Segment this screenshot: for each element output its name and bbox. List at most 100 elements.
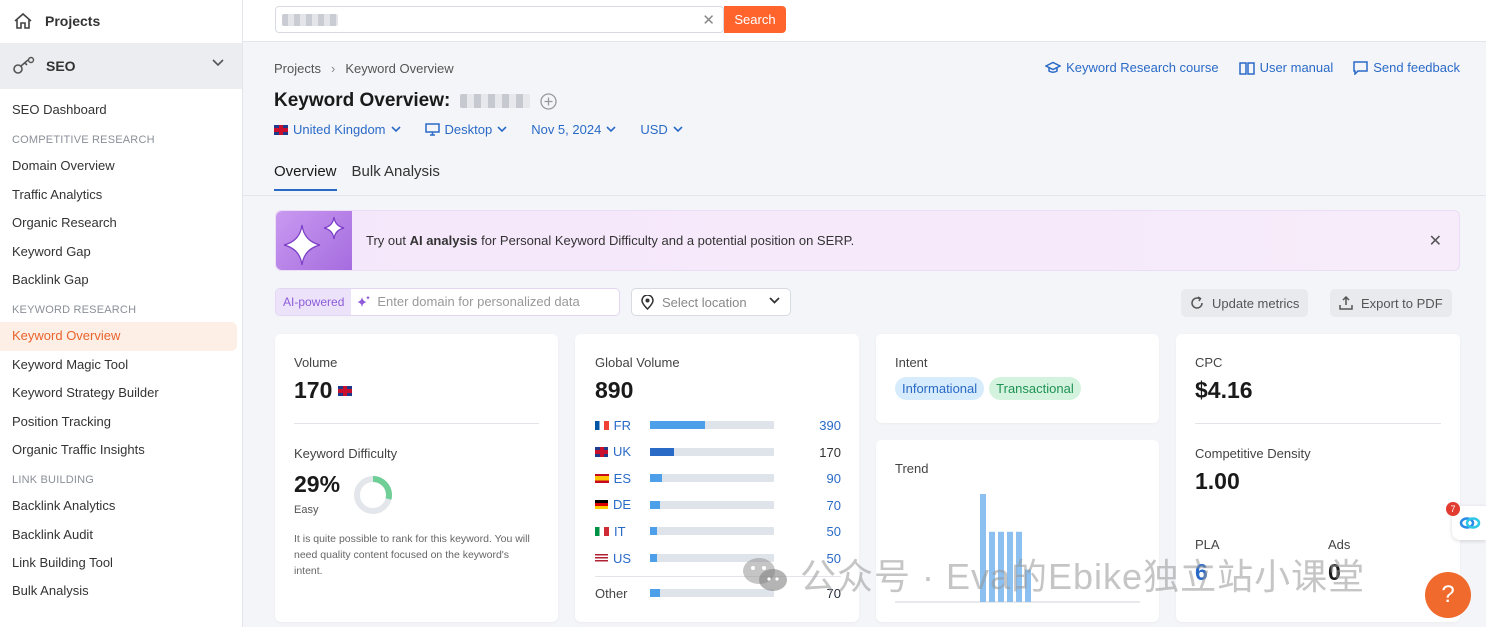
sidebar-item-backlink-analytics[interactable]: Backlink Analytics (0, 492, 242, 520)
uk-flag-icon (274, 124, 288, 135)
gv-country[interactable]: FR (595, 418, 631, 433)
gv-country-code: ES (613, 470, 631, 486)
add-keyword-icon[interactable] (540, 92, 557, 110)
intent-label: Intent (895, 355, 928, 370)
global-volume-label: Global Volume (595, 355, 680, 370)
send-feedback-link[interactable]: Send feedback (1353, 60, 1460, 75)
tab-bulk-analysis[interactable]: Bulk Analysis (352, 163, 440, 191)
intent-chip-transactional[interactable]: Transactional (989, 377, 1081, 400)
export-pdf-button[interactable]: Export to PDF (1330, 289, 1452, 317)
sidebar-item-organic-research[interactable]: Organic Research (0, 209, 242, 237)
gv-bar-fill (650, 447, 674, 456)
tab-overview[interactable]: Overview (274, 163, 337, 191)
gv-country-code: US (612, 550, 631, 566)
gv-bar (650, 527, 774, 536)
chevron-down-icon (390, 126, 401, 133)
sparkle-icon (357, 295, 371, 307)
us-flag-icon (595, 553, 608, 563)
filters: United Kingdom Desktop Nov 5, 2024 USD (274, 122, 683, 137)
it-flag-icon (595, 526, 609, 536)
sidebar-item-position-tracking[interactable]: Position Tracking (0, 408, 242, 436)
notification-badge: 7 (1446, 502, 1460, 516)
location-placeholder: Select location (662, 294, 747, 310)
blurred-keyword (460, 94, 531, 108)
search-button[interactable]: Search (724, 6, 786, 33)
sparkle-illustration-icon (276, 211, 352, 270)
sidebar-item-link-building-tool[interactable]: Link Building Tool (0, 549, 242, 577)
location-select[interactable]: Select location (631, 288, 791, 316)
date-select[interactable]: Nov 5, 2024 (531, 122, 616, 137)
gv-country[interactable]: ES (595, 471, 631, 486)
clear-search-icon[interactable]: ✕ (702, 11, 715, 29)
kd-value: 29% (294, 471, 341, 497)
country-select-value: United Kingdom (293, 122, 386, 137)
sidebar-item-domain-overview[interactable]: Domain Overview (0, 152, 242, 180)
keyword-course-link[interactable]: Keyword Research course (1045, 60, 1219, 75)
sidebar-section-title: LINK BUILDING (12, 474, 95, 487)
chevron-down-icon (497, 126, 507, 133)
de-flag-icon (595, 500, 608, 510)
gv-country[interactable]: UK (595, 444, 631, 459)
gv-row-uk: UK 170 (595, 444, 841, 460)
sidebar-item-bulk-analysis[interactable]: Bulk Analysis (0, 577, 242, 605)
gv-value[interactable]: 70 (827, 498, 841, 513)
sidebar-projects[interactable]: Projects (0, 0, 242, 42)
sidebar-item-keyword-strategy-builder[interactable]: Keyword Strategy Builder (0, 379, 242, 407)
sidebar-item-keyword-gap[interactable]: Keyword Gap (0, 238, 242, 266)
sidebar-item-traffic-analytics[interactable]: Traffic Analytics (0, 181, 242, 209)
density-value: 1.00 (1195, 468, 1240, 494)
gv-other-label: Other (595, 585, 628, 601)
intent-chip-informational[interactable]: Informational (895, 377, 985, 400)
sidebar-item-keyword-magic-tool[interactable]: Keyword Magic Tool (0, 351, 242, 379)
gv-country[interactable]: US (595, 551, 631, 566)
help-button[interactable]: ? (1425, 572, 1471, 618)
device-select[interactable]: Desktop (424, 122, 508, 137)
wechat-icon (743, 558, 787, 591)
domain-input[interactable]: Enter domain for personalized data (351, 289, 619, 315)
gv-country[interactable]: DE (595, 497, 631, 512)
breadcrumb: Projects › Keyword Overview (274, 61, 454, 76)
sidebar-item-seo-dashboard[interactable]: SEO Dashboard (0, 96, 242, 124)
gv-value[interactable]: 390 (819, 418, 841, 433)
sidebar-seo[interactable]: SEO (0, 43, 242, 89)
gv-row-es: ES 90 (595, 471, 841, 486)
sidebar-item-backlink-audit[interactable]: Backlink Audit (0, 521, 242, 549)
chevron-down-icon (212, 59, 224, 67)
home-icon (14, 12, 32, 29)
refresh-icon (1191, 296, 1203, 309)
cpc-label: CPC (1195, 355, 1223, 370)
update-metrics-button[interactable]: Update metrics (1181, 289, 1309, 317)
country-select[interactable]: United Kingdom (274, 122, 401, 137)
breadcrumb-projects[interactable]: Projects (274, 61, 321, 76)
gv-bar (650, 500, 774, 509)
gv-value[interactable]: 50 (827, 524, 841, 539)
gv-row-de: DE 70 (595, 497, 841, 513)
gv-value[interactable]: 90 (827, 471, 841, 486)
ai-powered-tag: AI-powered (276, 289, 352, 315)
gv-bar-fill (650, 421, 705, 429)
help-links: Keyword Research course User manual Send… (1045, 60, 1460, 75)
sidebar-item-backlink-gap[interactable]: Backlink Gap (0, 266, 242, 294)
gv-country-code: FR (613, 417, 631, 433)
link-widget-icon (1459, 517, 1481, 529)
banner-bold[interactable]: AI analysis (410, 233, 478, 248)
gv-country-code: DE (612, 497, 631, 513)
watermark: 公众号 · Eva的Ebike独立站小课堂 (740, 548, 1365, 600)
search-input[interactable]: ✕ (275, 6, 724, 33)
gv-other-bar-fill (650, 589, 660, 597)
gv-country[interactable]: IT (595, 524, 631, 539)
sidebar-item-keyword-overview[interactable]: Keyword Overview (0, 322, 237, 351)
gv-bar-fill (650, 554, 658, 562)
chevron-down-icon (769, 297, 780, 304)
intent-card: Intent Informational Transactional (876, 334, 1159, 423)
currency-select[interactable]: USD (640, 122, 683, 137)
side-widget[interactable]: 7 (1446, 502, 1486, 540)
kd-label: Keyword Difficulty (294, 446, 398, 461)
sidebar-item-organic-traffic-insights[interactable]: Organic Traffic Insights (0, 436, 242, 464)
domain-input-placeholder: Enter domain for personalized data (377, 294, 580, 309)
close-icon[interactable]: ✕ (1429, 231, 1442, 251)
user-manual-link[interactable]: User manual (1238, 60, 1333, 75)
chevron-down-icon (606, 126, 616, 133)
chevron-down-icon (673, 126, 683, 133)
volume-label: Volume (294, 355, 338, 370)
